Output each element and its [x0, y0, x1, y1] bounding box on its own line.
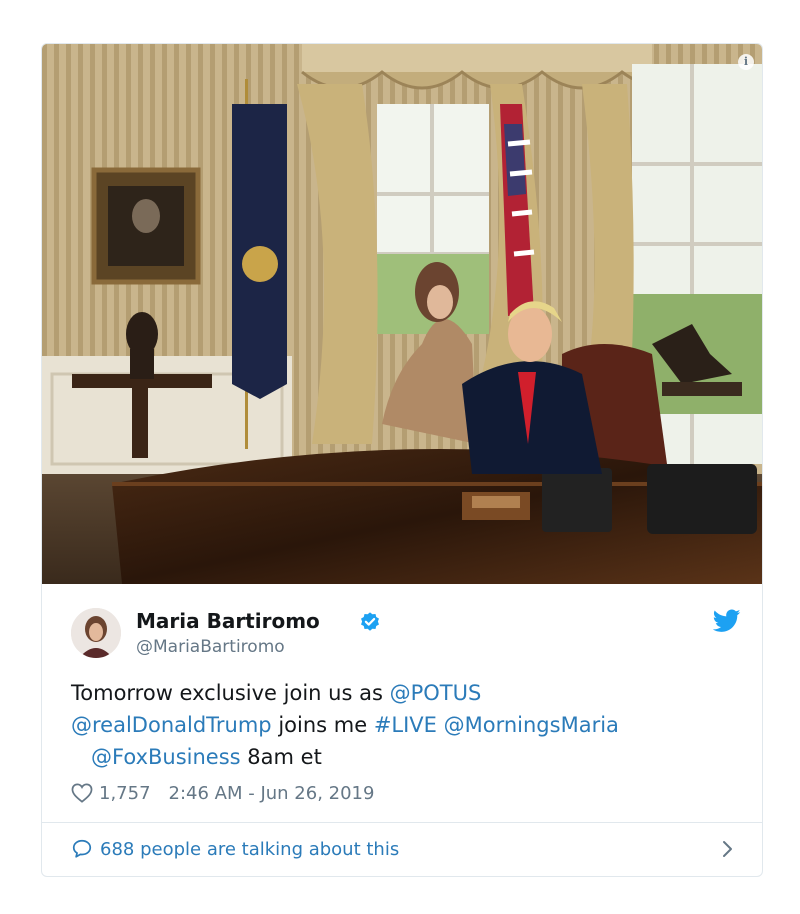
mention-foxbusiness[interactable]: @FoxBusiness — [91, 745, 241, 769]
conversation-link[interactable]: 688 people are talking about this — [71, 833, 736, 865]
conversation-count[interactable]: 688 people are talking about this — [100, 839, 399, 860]
twitter-bird-icon[interactable] — [713, 609, 741, 633]
heart-icon[interactable] — [71, 783, 93, 803]
mention-potus[interactable]: @POTUS — [390, 681, 482, 705]
tweet-photo[interactable]: i — [42, 44, 762, 584]
tweet-text-segment: Tomorrow exclusive join us as — [71, 681, 390, 705]
author-handle[interactable]: @MariaBartiromo — [136, 637, 285, 657]
tweet-text: Tomorrow exclusive join us as @POTUS @re… — [71, 677, 731, 773]
hashtag-live[interactable]: #LIVE — [374, 713, 437, 737]
mention-realdonaldtrump[interactable]: @realDonaldTrump — [71, 713, 272, 737]
tweet-text-segment: 8am et — [240, 745, 322, 769]
tweet-timestamp[interactable]: 2:46 AM - Jun 26, 2019 — [169, 783, 375, 804]
mention-morningsmaria[interactable]: @MorningsMaria — [444, 713, 619, 737]
tweet-meta: 1,757 2:46 AM - Jun 26, 2019 — [71, 781, 374, 805]
like-count[interactable]: 1,757 — [99, 783, 151, 804]
info-icon[interactable]: i — [738, 54, 754, 70]
divider — [42, 822, 762, 823]
verified-badge-icon — [361, 612, 379, 631]
chevron-right-icon[interactable] — [718, 839, 736, 859]
oval-office-photo — [42, 44, 762, 584]
tweet-header: Maria Bartiromo @MariaBartiromo — [71, 605, 741, 661]
tweet-card: i Maria Bartiromo @MariaBartiromo Tomorr… — [41, 43, 763, 877]
avatar-image — [71, 608, 121, 658]
speech-bubble-icon — [72, 839, 92, 858]
tweet-text-segment: joins me — [271, 713, 374, 737]
avatar[interactable] — [71, 608, 121, 658]
author-name[interactable]: Maria Bartiromo — [136, 609, 320, 633]
